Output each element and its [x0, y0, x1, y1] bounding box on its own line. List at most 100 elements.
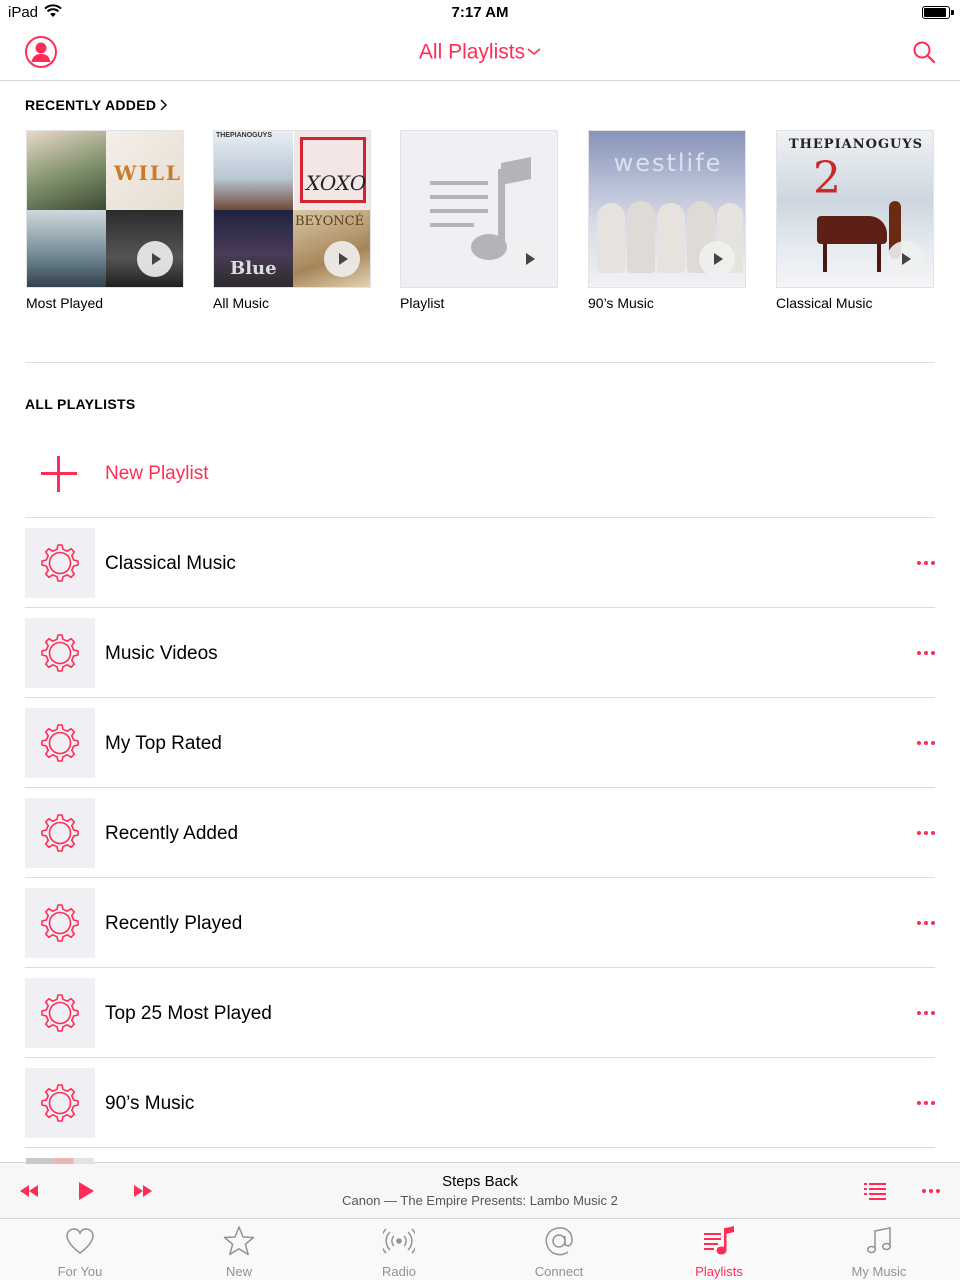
more-icon — [917, 741, 935, 745]
album-artwork-collage[interactable]: WILL — [26, 130, 184, 288]
recent-playlist-card[interactable]: THEPIANOGUYS 2 Classical Music — [776, 130, 934, 311]
card-label: Classical Music — [776, 295, 873, 311]
gear-icon — [41, 634, 79, 672]
tab-for-you[interactable]: For You — [20, 1219, 140, 1280]
playlist-row[interactable]: My Top Rated — [25, 698, 935, 788]
playlist-row[interactable]: 90’s Music — [25, 1058, 935, 1148]
more-options-button[interactable] — [915, 912, 935, 932]
album-art-text: WILL — [114, 161, 182, 185]
more-options-button[interactable] — [915, 642, 935, 662]
more-options-button[interactable] — [915, 1002, 935, 1022]
playlists-icon — [704, 1226, 734, 1255]
album-artwork[interactable]: westlife — [588, 130, 746, 288]
more-icon[interactable] — [922, 1189, 940, 1193]
album-art-text: THEPIANOGUYS — [788, 137, 924, 152]
smart-playlist-thumbnail — [25, 708, 95, 778]
album-art-text: westlife — [613, 149, 723, 177]
smart-playlist-thumbnail — [25, 798, 95, 868]
playlists-filter-dropdown[interactable]: All Playlists — [0, 40, 960, 64]
tab-label: Radio — [382, 1264, 416, 1279]
playlist-title: Recently Added — [105, 823, 239, 844]
album-art-text: BEYONCÉ — [295, 214, 365, 229]
gear-icon — [41, 814, 79, 852]
star-icon — [223, 1226, 255, 1256]
recent-playlist-card[interactable]: THEPIANOGUYS XOXO Blue BEYONCÉ All Music — [213, 130, 371, 311]
more-icon — [917, 1101, 935, 1105]
playlist-row[interactable]: Top 25 Most Played — [25, 968, 935, 1058]
row-divider — [25, 1147, 935, 1148]
smart-playlist-thumbnail — [25, 1068, 95, 1138]
tab-new[interactable]: New — [179, 1219, 299, 1280]
more-options-button[interactable] — [915, 1092, 935, 1112]
more-options-button[interactable] — [915, 732, 935, 752]
tab-label: Connect — [534, 1264, 584, 1279]
more-options-button[interactable] — [915, 822, 935, 842]
mini-player[interactable]: Steps Back Canon — The Empire Presents: … — [0, 1158, 960, 1219]
more-options-button[interactable] — [915, 552, 935, 572]
playlist-title: Classical Music — [105, 553, 236, 574]
album-art-text: XOXO — [306, 171, 367, 195]
tab-label: Playlists — [695, 1264, 743, 1279]
up-next-list-icon[interactable] — [864, 1182, 886, 1200]
plus-icon — [41, 456, 77, 492]
playlist-title: Music Videos — [105, 643, 218, 664]
playlist-title: My Top Rated — [105, 733, 222, 754]
tab-bar: For You New Radio Connect Playlists My M… — [0, 1219, 960, 1280]
album-art-text: Blue — [230, 258, 277, 279]
tab-my-music[interactable]: My Music — [819, 1219, 939, 1280]
more-icon — [917, 1011, 935, 1015]
play-button[interactable] — [699, 241, 735, 277]
radio-icon — [383, 1228, 415, 1254]
card-label: Most Played — [26, 295, 104, 311]
recent-playlist-card[interactable]: westlife 90’s Music — [588, 130, 746, 311]
recent-playlist-card[interactable]: WILL Most Played — [26, 130, 184, 311]
play-button[interactable] — [887, 241, 923, 277]
gear-icon — [41, 904, 79, 942]
play-button[interactable] — [511, 241, 547, 277]
section-divider — [25, 362, 935, 363]
more-icon — [917, 651, 935, 655]
album-artwork-collage[interactable]: THEPIANOGUYS XOXO Blue BEYONCÉ — [213, 130, 371, 288]
recent-playlist-card[interactable]: Playlist — [400, 130, 558, 311]
tab-radio[interactable]: Radio — [339, 1219, 459, 1280]
card-label: 90’s Music — [588, 295, 654, 311]
playlist-row[interactable]: Recently Played — [25, 878, 935, 968]
status-time: 7:17 AM — [451, 4, 509, 21]
smart-playlist-thumbnail — [25, 618, 95, 688]
gear-icon — [41, 544, 79, 582]
new-playlist-button[interactable]: New Playlist — [25, 430, 935, 518]
recently-added-header[interactable]: RECENTLY ADDED — [25, 97, 168, 113]
album-art-number: 2 — [813, 153, 841, 204]
playlist-placeholder-artwork[interactable] — [400, 130, 558, 288]
more-icon — [917, 831, 935, 835]
new-playlist-label: New Playlist — [105, 463, 209, 484]
heart-icon — [66, 1228, 94, 1254]
now-playing-title: Steps Back — [442, 1173, 518, 1190]
gear-icon — [41, 1084, 79, 1122]
card-label: Playlist — [400, 295, 445, 311]
page-title: All Playlists — [418, 40, 526, 64]
playlist-title: Recently Played — [105, 913, 243, 934]
tab-playlists[interactable]: Playlists — [659, 1219, 779, 1280]
play-button[interactable] — [137, 241, 173, 277]
battery-icon — [922, 6, 954, 19]
playlist-row[interactable]: Music Videos — [25, 608, 935, 698]
album-artwork[interactable]: THEPIANOGUYS 2 — [776, 130, 934, 288]
smart-playlist-thumbnail — [25, 978, 95, 1048]
playlist-title: Top 25 Most Played — [105, 1003, 272, 1024]
status-bar: iPad 7:17 AM — [0, 0, 960, 26]
all-playlists-header: ALL PLAYLISTS — [25, 396, 136, 412]
play-button[interactable] — [324, 241, 360, 277]
more-icon — [917, 921, 935, 925]
playlist-row[interactable]: Classical Music — [25, 518, 935, 608]
chevron-right-icon — [160, 99, 168, 111]
smart-playlist-thumbnail — [25, 888, 95, 958]
playlist-title: 90’s Music — [105, 1093, 195, 1114]
tab-connect[interactable]: Connect — [499, 1219, 619, 1280]
playlist-row[interactable]: Recently Added — [25, 788, 935, 878]
tab-label: For You — [57, 1264, 103, 1279]
next-row-artwork-peek — [26, 1158, 94, 1164]
card-label: All Music — [213, 295, 270, 311]
search-icon[interactable] — [912, 40, 936, 64]
now-playing-subtitle: Canon — The Empire Presents: Lambo Music… — [342, 1193, 618, 1208]
